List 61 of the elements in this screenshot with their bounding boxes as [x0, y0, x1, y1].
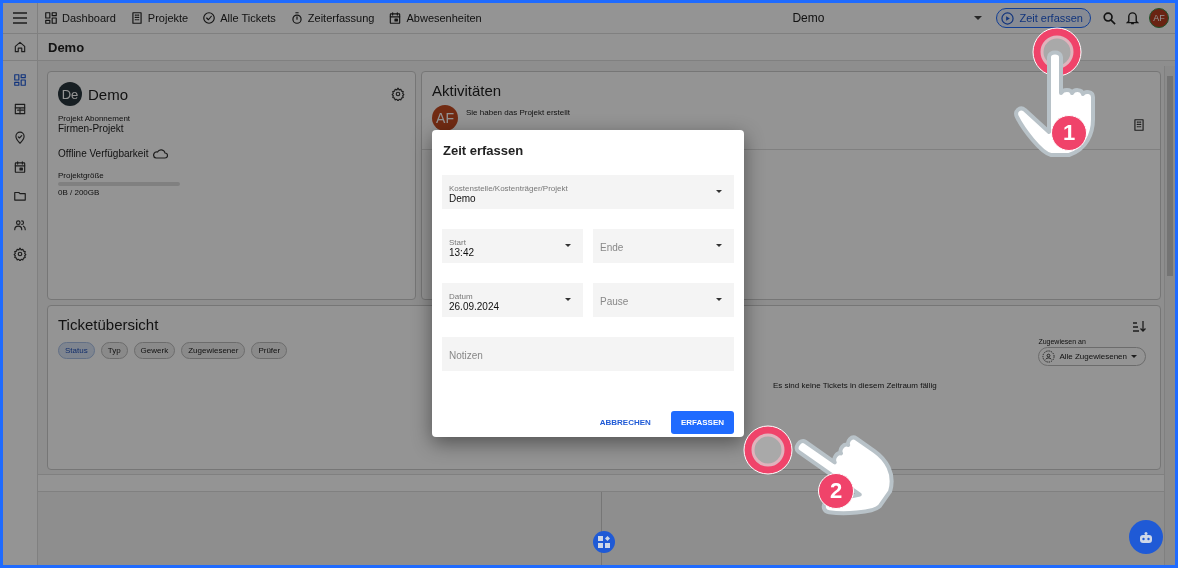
stopwatch-icon: [289, 11, 304, 25]
check-circle-icon: [202, 11, 217, 25]
dialog-title: Zeit erfassen: [442, 143, 525, 158]
home-icon: [13, 40, 27, 54]
offline-label: Offline Verfügbarkeit: [58, 148, 149, 159]
project-select[interactable]: Demo: [792, 11, 825, 25]
calendar-icon: [13, 159, 27, 174]
play-icon: [1001, 11, 1015, 25]
dashboard-icon: [44, 11, 58, 25]
menu-icon[interactable]: [13, 12, 27, 24]
search-icon[interactable]: [1103, 11, 1116, 25]
caret-icon: [1131, 354, 1137, 359]
nav-link[interactable]: Dashboard: [62, 12, 116, 24]
cancel-button[interactable]: ABBRECHEN: [593, 417, 657, 428]
field-label: Projektgröße: [58, 171, 105, 180]
select-field[interactable]: Pause: [593, 283, 734, 317]
storage-text: 0B / 200GB: [58, 188, 101, 197]
card-title: Aktivitäten: [432, 82, 502, 99]
widget-button[interactable]: [593, 531, 615, 553]
nav-link[interactable]: Abwesenheiten: [406, 12, 482, 24]
people-icon: [13, 217, 27, 232]
nav-link[interactable]: Alle Tickets: [220, 12, 276, 24]
page-title: Demo: [48, 39, 85, 55]
select-field[interactable]: Start 13:42: [442, 229, 583, 263]
activity-text: Sie haben das Projekt erstellt: [466, 108, 571, 117]
location-icon: [13, 130, 27, 145]
caret-icon: [974, 16, 983, 20]
filter-chip[interactable]: Status: [58, 342, 95, 359]
assignee-select[interactable]: Alle Zugewiesenen: [1038, 347, 1146, 366]
filter-chip[interactable]: Gewerk: [133, 342, 176, 359]
field-label: Projekt Abonnement: [58, 114, 132, 123]
settings-icon: [391, 87, 405, 101]
user-avatar: AF: [432, 105, 458, 131]
select-field[interactable]: Ende: [593, 229, 734, 263]
bell-icon[interactable]: [1126, 11, 1139, 25]
calendar-icon: [388, 11, 403, 25]
filter-chip[interactable]: Typ: [100, 342, 128, 359]
time-entry-button[interactable]: Zeit erfassen: [996, 8, 1091, 28]
people-icon: [1042, 350, 1056, 363]
filter-chip[interactable]: Zugewiesener: [181, 342, 246, 359]
card-title: Ticketübersicht: [58, 316, 159, 333]
dashboard-icon: [13, 72, 27, 87]
project-title: Demo: [88, 85, 129, 103]
robot-icon: [1139, 531, 1153, 543]
nav-link[interactable]: Projekte: [147, 12, 189, 24]
widgets-icon: [598, 536, 610, 548]
project-avatar: De: [58, 82, 82, 106]
cloud-icon: [152, 148, 169, 159]
empty-message: Es sind keine Tickets in diesem Zeitraum fällig: [773, 381, 937, 390]
filter-chip[interactable]: Prüfer: [251, 342, 288, 359]
assistant-button[interactable]: [1129, 520, 1163, 554]
board-icon: [13, 101, 27, 116]
input-field[interactable]: Notizen: [442, 337, 734, 371]
settings-icon: [13, 246, 27, 261]
field-value: Firmen-Projekt: [58, 123, 125, 134]
nav-link[interactable]: Zeiterfassung: [307, 12, 375, 24]
select-field[interactable]: Datum 26.09.2024: [442, 283, 583, 317]
select-field[interactable]: Kostenstelle/Kostenträger/Projekt Demo: [442, 175, 734, 209]
user-avatar[interactable]: AF: [1149, 8, 1169, 28]
submit-button[interactable]: ERFASSEN: [670, 411, 734, 434]
sort-icon[interactable]: [1132, 320, 1146, 332]
